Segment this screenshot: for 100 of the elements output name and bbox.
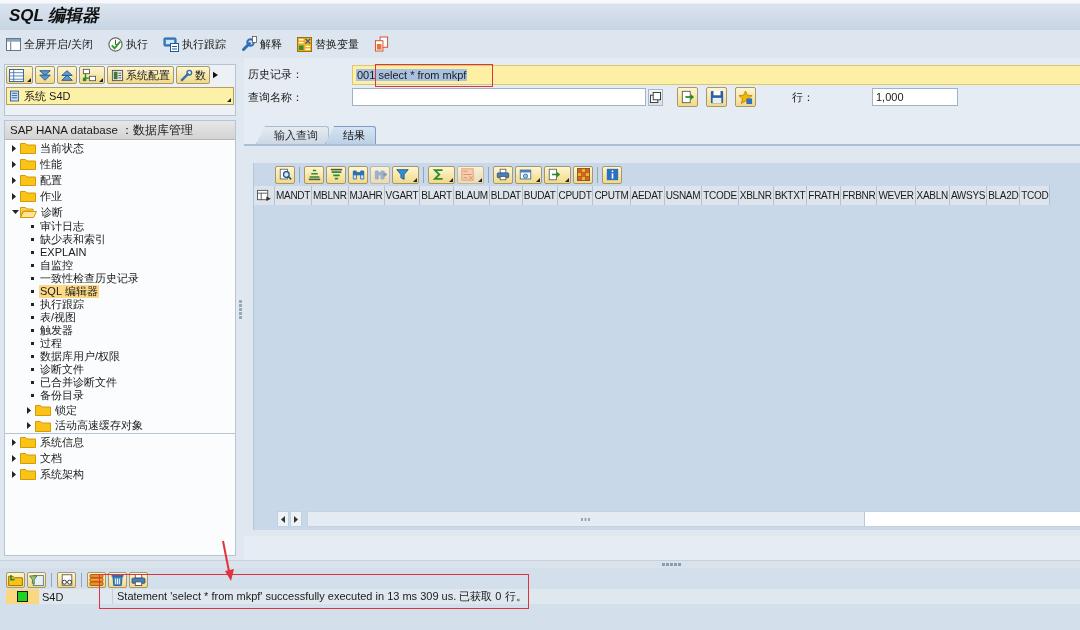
- tree-item[interactable]: 一致性检查历史记录: [39, 272, 140, 285]
- column-header[interactable]: CPUDT: [557, 186, 594, 205]
- column-header[interactable]: XABLN: [915, 186, 950, 205]
- caret-right-icon[interactable]: [27, 406, 31, 414]
- column-header[interactable]: AWSYS: [949, 186, 988, 205]
- right-arrow-icon[interactable]: [213, 71, 218, 79]
- scroll-right-button[interactable]: [290, 511, 302, 527]
- column-header[interactable]: MBLNR: [312, 186, 349, 205]
- collapse-all-button[interactable]: [57, 66, 77, 84]
- column-header[interactable]: BUDAT: [522, 186, 558, 205]
- grid-toolbar-button[interactable]: [326, 165, 346, 184]
- column-header[interactable]: TCODE: [702, 186, 739, 205]
- grid-toolbar-button[interactable]: [304, 165, 324, 184]
- documents-button[interactable]: [374, 34, 390, 54]
- hierarchy-button[interactable]: [79, 66, 105, 84]
- tree-item[interactable]: 文档: [39, 451, 63, 465]
- system-dropdown[interactable]: 系统 S4D: [6, 87, 234, 105]
- tree-item[interactable]: 配置: [39, 173, 63, 187]
- tree-item[interactable]: 执行跟踪: [39, 298, 85, 311]
- tree-item[interactable]: 自监控: [39, 259, 74, 272]
- tree-item[interactable]: 系统架构: [39, 467, 85, 481]
- caret-right-icon[interactable]: [12, 438, 16, 446]
- tree-item[interactable]: 审计日志: [39, 220, 85, 233]
- column-header[interactable]: MANDT: [275, 186, 313, 205]
- toolbar-button[interactable]: 解释: [241, 34, 283, 54]
- grid-toolbar-button[interactable]: [493, 165, 513, 184]
- column-header[interactable]: USNAM: [664, 186, 703, 205]
- grip-icon[interactable]: [238, 299, 242, 319]
- toolbar-button[interactable]: 全屏开启/关闭: [6, 34, 94, 54]
- expand-all-button[interactable]: [35, 66, 55, 84]
- caret-right-icon[interactable]: [12, 176, 16, 184]
- tree-item[interactable]: 作业: [39, 189, 63, 203]
- save-button[interactable]: [706, 87, 727, 107]
- list-button[interactable]: [6, 66, 33, 84]
- grid-toolbar-button[interactable]: [602, 165, 622, 184]
- grid-toolbar-button[interactable]: [515, 165, 542, 184]
- column-header[interactable]: WEVER: [877, 186, 916, 205]
- message-toolbar-button[interactable]: [27, 572, 46, 588]
- column-settings-button[interactable]: [254, 186, 275, 205]
- tree-item[interactable]: 数据库用户/权限: [39, 350, 122, 363]
- column-header[interactable]: XBLNR: [738, 186, 774, 205]
- column-header[interactable]: AEDAT: [630, 186, 665, 205]
- rows-input[interactable]: 1,000: [872, 88, 958, 106]
- tree-item[interactable]: 缺少表和索引: [39, 233, 107, 246]
- tree-item[interactable]: 诊断文件: [39, 363, 85, 376]
- load-button[interactable]: [677, 87, 698, 107]
- tree-item[interactable]: 性能: [39, 157, 63, 171]
- column-header[interactable]: VGART: [384, 186, 421, 205]
- tree-item[interactable]: 过程: [39, 337, 63, 350]
- grid-toolbar-button[interactable]: [544, 165, 571, 184]
- message-toolbar-button[interactable]: [57, 572, 76, 588]
- tree-item[interactable]: 备份目录: [39, 389, 85, 402]
- column-header[interactable]: FRATH: [807, 186, 842, 205]
- tree-item[interactable]: 当前状态: [39, 141, 85, 155]
- scroll-left-button[interactable]: [277, 511, 289, 527]
- history-field[interactable]: 001 select * from mkpf: [352, 64, 1080, 85]
- tree-item[interactable]: 表/视图: [39, 311, 78, 324]
- column-header[interactable]: BKTXT: [773, 186, 808, 205]
- toolbar-button[interactable]: 执行: [108, 34, 149, 54]
- toolbar-button[interactable]: 替换变量: [297, 34, 360, 54]
- grid-toolbar-button[interactable]: [348, 165, 368, 184]
- grip-icon[interactable]: [661, 563, 681, 566]
- column-header[interactable]: TCOD: [1020, 186, 1051, 205]
- copy-button[interactable]: [648, 88, 663, 106]
- tree-item[interactable]: 已合并诊断文件: [39, 376, 118, 389]
- input-field[interactable]: [352, 88, 646, 106]
- column-header[interactable]: BLAUM: [453, 186, 490, 205]
- navigator-tab-button[interactable]: 系统配置: [107, 66, 174, 84]
- tree-item[interactable]: 活动高速缓存对象: [54, 419, 144, 432]
- scrollbar-thumb[interactable]: [308, 512, 865, 526]
- column-header[interactable]: MJAHR: [348, 186, 385, 205]
- message-toolbar-button[interactable]: [6, 572, 25, 588]
- tree-item[interactable]: 锁定: [54, 403, 78, 417]
- tree-item[interactable]: SQL 编辑器: [39, 285, 99, 298]
- scrollbar-track[interactable]: [307, 511, 1080, 527]
- caret-right-icon[interactable]: [12, 470, 16, 478]
- grid-toolbar-button[interactable]: [392, 165, 419, 184]
- caret-right-icon[interactable]: [12, 160, 16, 168]
- toolbar-button[interactable]: 执行跟踪: [163, 34, 227, 54]
- caret-right-icon[interactable]: [12, 144, 16, 152]
- tab[interactable]: 输入查询: [256, 126, 329, 144]
- caret-right-icon[interactable]: [12, 454, 16, 462]
- grid-toolbar-button[interactable]: [428, 165, 455, 184]
- navigator-tab-button[interactable]: 数: [176, 66, 210, 84]
- column-header[interactable]: BLDAT: [489, 186, 523, 205]
- tree-item[interactable]: 诊断: [40, 205, 64, 219]
- tree-item[interactable]: 系统信息: [39, 435, 85, 449]
- tab[interactable]: 结果: [325, 126, 376, 144]
- caret-down-icon[interactable]: [12, 210, 19, 214]
- grid-toolbar-button[interactable]: [573, 165, 593, 184]
- caret-right-icon[interactable]: [27, 422, 31, 429]
- tree-item[interactable]: EXPLAIN: [39, 246, 88, 259]
- grid-toolbar-button[interactable]: [275, 165, 295, 184]
- caret-right-icon[interactable]: [12, 192, 16, 200]
- column-header[interactable]: CPUTM: [593, 186, 631, 205]
- column-header[interactable]: BLART: [420, 186, 454, 205]
- favorite-button[interactable]: [735, 87, 756, 107]
- column-header[interactable]: BLA2D: [987, 186, 1021, 205]
- tree-item[interactable]: 触发器: [39, 324, 74, 337]
- column-header[interactable]: FRBNR: [841, 186, 878, 205]
